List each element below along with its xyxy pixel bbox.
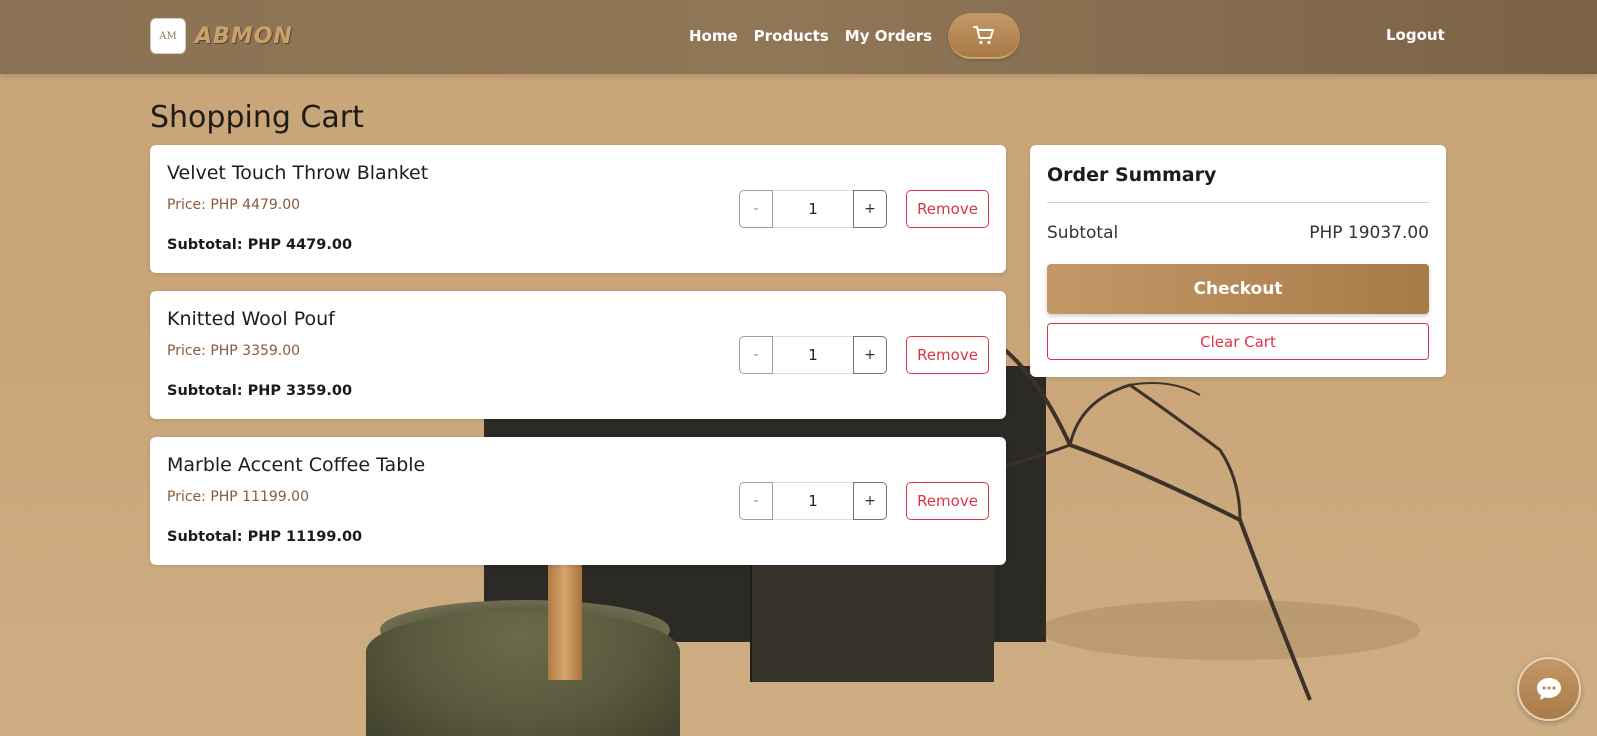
background-block — [750, 560, 994, 682]
remove-button[interactable]: Remove — [906, 190, 989, 228]
chat-button[interactable] — [1517, 657, 1581, 721]
increase-quantity-button[interactable]: + — [853, 482, 887, 520]
quantity-stepper: - 1 + — [739, 482, 887, 520]
cart-button[interactable] — [948, 13, 1021, 59]
item-subtotal: Subtotal: PHP 11199.00 — [167, 529, 363, 545]
brand[interactable]: AM ABMON — [150, 18, 293, 54]
item-price: Price: PHP 3359.00 — [167, 343, 301, 359]
brand-name: ABMON — [195, 23, 293, 49]
nav-link-my-orders[interactable]: My Orders — [845, 27, 932, 45]
nav-link-products[interactable]: Products — [754, 27, 829, 45]
item-price: Price: PHP 4479.00 — [167, 197, 301, 213]
remove-button[interactable]: Remove — [906, 336, 989, 374]
logout-link[interactable]: Logout — [1386, 26, 1445, 44]
item-subtotal: Subtotal: PHP 3359.00 — [167, 383, 353, 399]
item-price: Price: PHP 11199.00 — [167, 489, 309, 505]
decrease-quantity-button[interactable]: - — [739, 190, 773, 228]
nav-link-home[interactable]: Home — [689, 27, 738, 45]
background-bowl — [366, 610, 680, 736]
quantity-input[interactable]: 1 — [773, 482, 853, 520]
quantity-input[interactable]: 1 — [773, 190, 853, 228]
background-shadow — [1040, 600, 1420, 660]
nav-links: Home Products My Orders — [689, 12, 1021, 60]
item-name: Marble Accent Coffee Table — [167, 454, 426, 476]
background-bowl-rim — [380, 600, 670, 660]
clear-cart-button[interactable]: Clear Cart — [1047, 323, 1429, 360]
cart-item: Marble Accent Coffee Table Price: PHP 11… — [150, 437, 1006, 565]
quantity-stepper: - 1 + — [739, 190, 887, 228]
remove-button[interactable]: Remove — [906, 482, 989, 520]
item-name: Knitted Wool Pouf — [167, 308, 335, 330]
cart-item: Knitted Wool Pouf Price: PHP 3359.00 Sub… — [150, 291, 1006, 419]
decrease-quantity-button[interactable]: - — [739, 482, 773, 520]
cart-icon — [973, 26, 995, 45]
decrease-quantity-button[interactable]: - — [739, 336, 773, 374]
order-summary: Order Summary Subtotal PHP 19037.00 Chec… — [1030, 145, 1446, 377]
background-stick — [548, 560, 582, 680]
subtotal-label: Subtotal — [1047, 223, 1119, 243]
cart-item: Velvet Touch Throw Blanket Price: PHP 44… — [150, 145, 1006, 273]
quantity-stepper: - 1 + — [739, 336, 887, 374]
logo: AM — [150, 18, 186, 54]
page-title: Shopping Cart — [150, 100, 364, 135]
item-name: Velvet Touch Throw Blanket — [167, 162, 429, 184]
subtotal-value: PHP 19037.00 — [1309, 223, 1429, 243]
checkout-button[interactable]: Checkout — [1047, 264, 1429, 314]
navbar: AM ABMON Home Products My Orders Logout — [0, 0, 1597, 74]
quantity-input[interactable]: 1 — [773, 336, 853, 374]
chat-icon — [1537, 678, 1561, 700]
summary-title: Order Summary — [1047, 164, 1217, 186]
increase-quantity-button[interactable]: + — [853, 190, 887, 228]
increase-quantity-button[interactable]: + — [853, 336, 887, 374]
divider — [1047, 202, 1429, 203]
item-subtotal: Subtotal: PHP 4479.00 — [167, 237, 353, 253]
